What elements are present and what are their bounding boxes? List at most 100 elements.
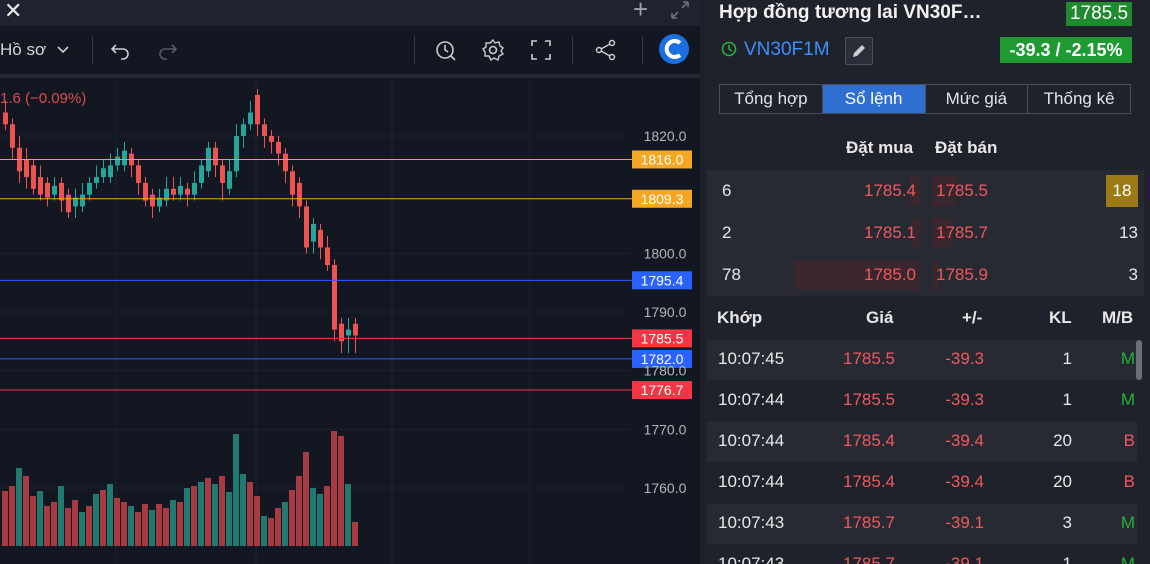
axis-tick-label: 1820.0 [644, 128, 687, 144]
candle [122, 150, 127, 166]
volume-bar [37, 491, 43, 546]
expand-icon[interactable] [670, 0, 690, 26]
candlestick-chart: 1816.01809.31795.41785.51782.01776.7 182… [0, 78, 692, 564]
volume-bar [226, 492, 232, 546]
gear-icon[interactable] [481, 38, 505, 62]
orderbook-header-bid: Đặt mua [846, 138, 914, 157]
bid-volume: 6 [722, 181, 732, 200]
ask-price: 1785.7 [936, 223, 988, 242]
volume-bar [170, 500, 176, 546]
candle [87, 182, 92, 195]
candle [220, 165, 225, 183]
trade-row[interactable]: 10:07:44 1785.4 -39.4 20 B [707, 463, 1137, 503]
candle [59, 182, 64, 201]
volume-bar [233, 434, 239, 546]
candle [255, 94, 260, 125]
volume-bar [219, 476, 225, 546]
candle [185, 188, 190, 195]
trades-header-volume: KL [1049, 308, 1072, 327]
volume-bar [128, 506, 134, 546]
candle [213, 147, 218, 166]
bid-price: 1785.0 [864, 265, 916, 284]
volume-bar [352, 522, 358, 546]
candle [353, 323, 358, 336]
volume-bar [198, 482, 204, 546]
instrument-title: Hợp đồng tương lai VN30F… [719, 2, 982, 23]
volume-bar [2, 491, 8, 546]
volume-bar [30, 496, 36, 546]
level-price-label: 1776.7 [641, 382, 684, 398]
change-badge: -39.3 / -2.15% [1000, 37, 1132, 63]
chart-toolbar: Hồ sơ [0, 26, 700, 78]
trade-side: B [1123, 472, 1135, 491]
volume-bar [177, 502, 183, 546]
clock-icon [721, 41, 737, 57]
bid-price: 1785.1 [864, 223, 916, 242]
volume-bar [44, 506, 50, 546]
tab-orderbook[interactable]: Sổ lệnh [822, 85, 926, 113]
candle [227, 171, 232, 189]
trade-change: -39.3 [945, 390, 984, 409]
axis-tick-label: 1770.0 [644, 421, 687, 437]
close-icon[interactable]: ✕ [4, 0, 22, 23]
edit-button[interactable] [845, 37, 873, 65]
candle [150, 194, 155, 207]
trade-change: -39.1 [945, 554, 984, 564]
candle [290, 171, 295, 195]
ask-price: 1785.9 [936, 265, 988, 284]
level-price-label: 1785.5 [641, 330, 684, 346]
orderbook-header-ask: Đặt bán [935, 138, 998, 157]
volume-bar [86, 506, 92, 546]
orderbook-row[interactable]: 2 1785.1 1785.7 13 [707, 212, 1144, 254]
trade-change: -39.3 [945, 349, 984, 368]
fullscreen-icon[interactable] [529, 38, 553, 62]
profile-menu[interactable]: Hồ sơ [0, 40, 69, 60]
trade-row[interactable]: 10:07:45 1785.5 -39.3 1 M [707, 340, 1137, 380]
undo-icon[interactable] [108, 38, 132, 62]
volume-bar [184, 488, 190, 546]
volume-bar [135, 512, 141, 546]
axis-tick-label: 1760.0 [644, 480, 687, 496]
trade-row[interactable]: 10:07:44 1785.5 -39.3 1 M [707, 381, 1137, 421]
volume-bar [163, 508, 169, 546]
ask-volume: 13 [1119, 223, 1138, 242]
volume-bar [345, 484, 351, 546]
orderbook-row[interactable]: 6 1785.4 1785.5 18 [707, 170, 1144, 212]
trade-price: 1785.4 [843, 472, 895, 491]
candle [66, 194, 71, 213]
trade-time: 10:07:45 [718, 349, 785, 368]
candle [248, 112, 253, 125]
trade-row[interactable]: 10:07:44 1785.4 -39.4 20 B [707, 422, 1137, 462]
volume-bar [261, 516, 267, 546]
chart-topbar: ✕ + [0, 0, 700, 26]
candle [304, 206, 309, 248]
orderbook-row[interactable]: 78 1785.0 1785.9 3 [707, 254, 1144, 296]
candle [192, 182, 197, 195]
tab-price-levels[interactable]: Mức giá [926, 85, 1029, 113]
candle [115, 156, 120, 166]
alert-icon[interactable] [434, 38, 458, 62]
trade-price: 1785.5 [843, 390, 895, 409]
candle [38, 177, 43, 195]
volume-bar [317, 494, 323, 546]
volume-bar [58, 486, 64, 546]
volume-bar [282, 502, 288, 546]
price-chart[interactable]: 1816.0 1809.3 1795.4 1785.5 1782.0 1776.7 182… [0, 78, 700, 564]
trade-row[interactable]: 10:07:43 1785.7 -39.1 1 M [707, 545, 1137, 564]
trade-price: 1785.7 [843, 554, 895, 564]
volume-bar [93, 494, 99, 546]
trade-row[interactable]: 10:07:43 1785.7 -39.1 3 M [707, 504, 1137, 544]
candle [80, 194, 85, 207]
tab-summary[interactable]: Tổng hợp [720, 85, 823, 113]
trades-scrollbar[interactable] [1136, 340, 1142, 380]
trade-side: M [1120, 513, 1135, 532]
symbol-label[interactable]: VN30F1M [744, 39, 830, 61]
tab-statistics[interactable]: Thống kê [1028, 85, 1130, 113]
share-icon[interactable] [594, 38, 618, 62]
add-icon[interactable]: + [633, 0, 648, 22]
trade-side: B [1123, 431, 1135, 450]
candle [108, 165, 113, 178]
redo-icon[interactable] [156, 38, 180, 62]
volume-bar [240, 474, 246, 546]
volume-bar [191, 486, 197, 546]
